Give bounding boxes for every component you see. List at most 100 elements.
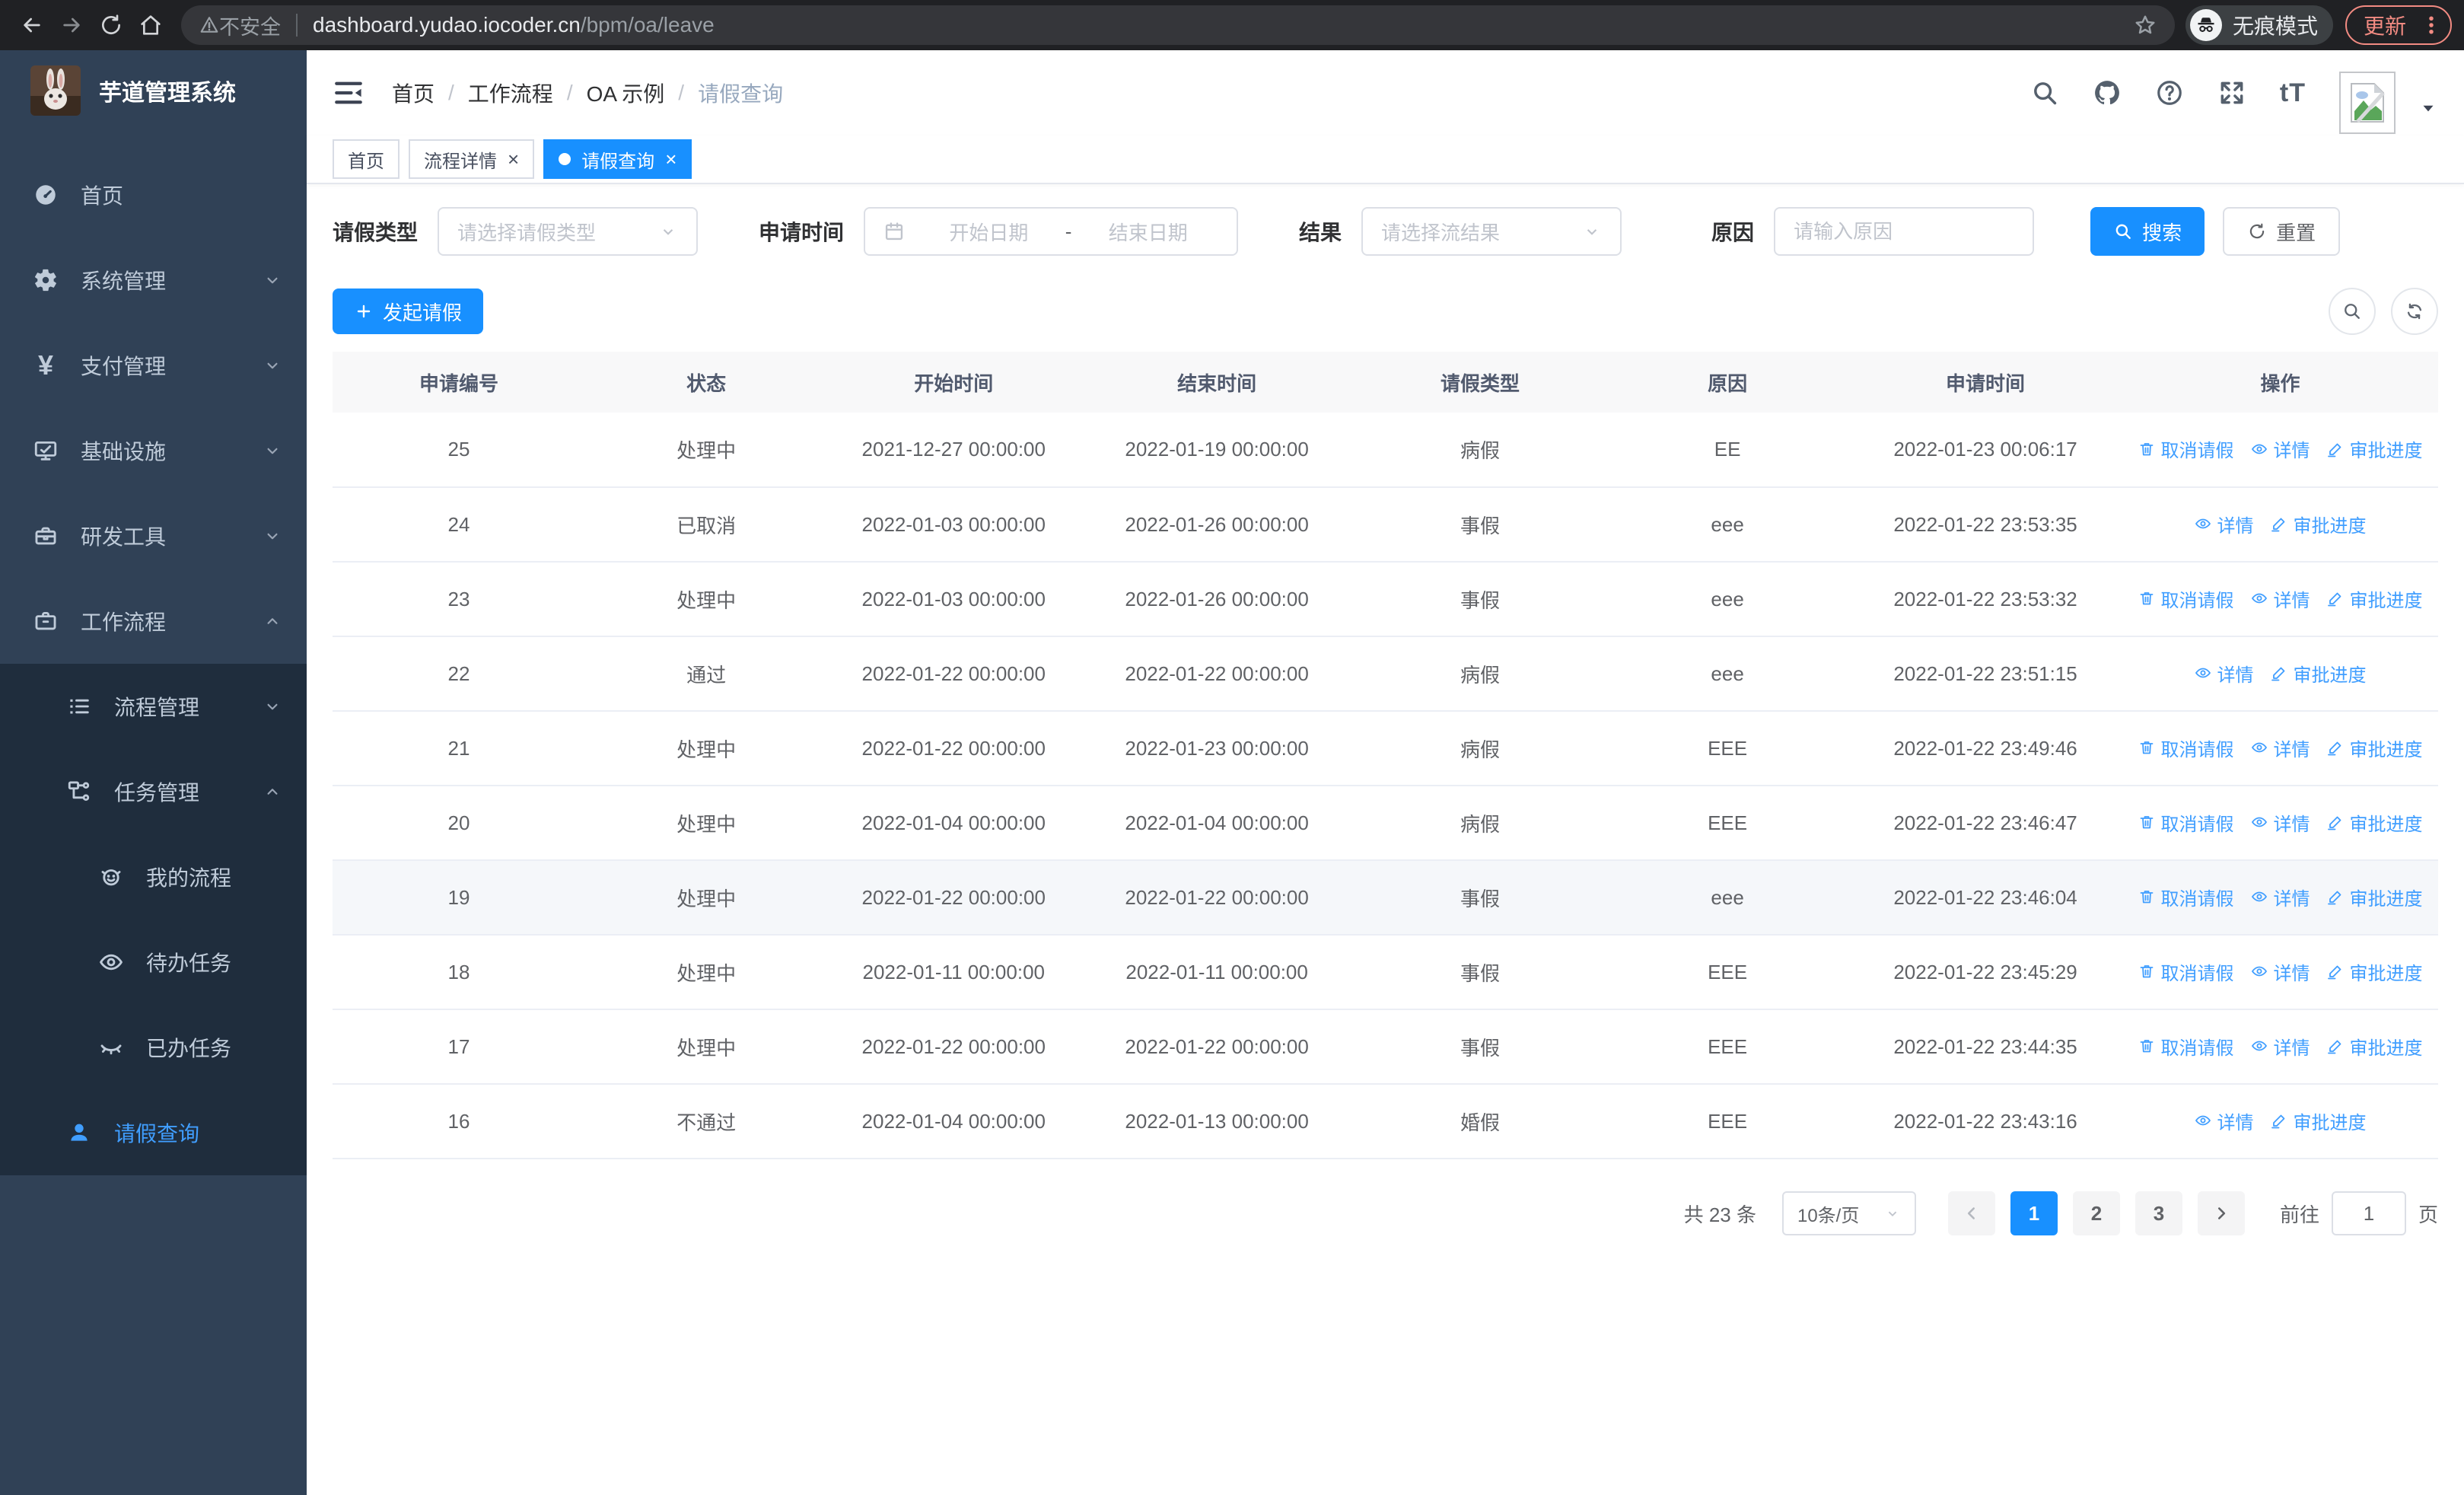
date-start-placeholder[interactable]: 开始日期	[918, 218, 1059, 246]
tab-0[interactable]: 首页	[333, 139, 400, 179]
page-button-1[interactable]: 1	[2010, 1191, 2058, 1235]
column-header-4: 请假类型	[1353, 352, 1606, 413]
sidebar-item-9[interactable]: 待办任务	[0, 920, 307, 1005]
update-button[interactable]: 更新	[2345, 5, 2452, 45]
reload-icon[interactable]	[91, 5, 131, 45]
result-select[interactable]: 请选择流结果	[1361, 207, 1622, 256]
goto-page-input[interactable]	[2331, 1191, 2406, 1235]
cancel-leave-link[interactable]: 取消请假	[2138, 809, 2233, 836]
leave-type-select[interactable]: 请选择请假类型	[438, 207, 699, 256]
detail-link[interactable]: 详情	[2194, 511, 2253, 537]
avatar[interactable]	[2339, 72, 2396, 134]
sidebar-item-label: 流程管理	[114, 696, 200, 719]
cancel-leave-link[interactable]: 取消请假	[2138, 585, 2233, 612]
security-label[interactable]: 不安全	[219, 11, 281, 40]
table-row: 21 处理中 2022-01-22 00:00:00 2022-01-23 00:00…	[333, 711, 2438, 786]
cancel-leave-link[interactable]: 取消请假	[2138, 1033, 2233, 1060]
sidebar-item-4[interactable]: 研发工具	[0, 493, 307, 579]
sidebar-item-8[interactable]: 我的流程	[0, 834, 307, 920]
reason-input[interactable]	[1775, 209, 2033, 254]
cell-apply_time: 2022-01-23 00:06:17	[1848, 413, 2122, 488]
next-page-button[interactable]	[2197, 1191, 2245, 1235]
approval-progress-link[interactable]: 审批进度	[2270, 660, 2366, 687]
approval-progress-link[interactable]: 审批进度	[2326, 809, 2422, 836]
close-icon[interactable]: ×	[508, 149, 519, 169]
search-icon[interactable]	[2030, 78, 2059, 107]
tab-1[interactable]: 流程详情 ×	[409, 139, 535, 179]
reset-button[interactable]: 重置	[2223, 207, 2341, 256]
cell-reason: eee	[1606, 487, 1849, 563]
tab-2[interactable]: 请假查询 ×	[543, 139, 692, 179]
help-icon[interactable]	[2155, 78, 2184, 107]
sidebar: 芋道管理系统 首页 系统管理 ¥ 支付管理 基础设施 研发工具 工作流程流程管理任务管理 我的…	[0, 50, 307, 1495]
date-end-placeholder[interactable]: 结束日期	[1078, 218, 1218, 246]
approval-progress-link[interactable]: 审批进度	[2270, 1108, 2366, 1134]
approval-progress-link[interactable]: 审批进度	[2326, 585, 2422, 612]
detail-link[interactable]: 详情	[2250, 958, 2310, 985]
approval-progress-link[interactable]: 审批进度	[2326, 1033, 2422, 1060]
detail-link[interactable]: 详情	[2250, 1033, 2310, 1060]
sidebar-item-2[interactable]: ¥ 支付管理	[0, 323, 307, 408]
sidebar-item-11[interactable]: 请假查询	[0, 1090, 307, 1175]
caret-down-icon[interactable]	[2418, 98, 2438, 118]
detail-link[interactable]: 详情	[2250, 735, 2310, 761]
browser-menu-icon[interactable]	[2420, 14, 2443, 37]
cancel-leave-link[interactable]: 取消请假	[2138, 735, 2233, 761]
update-label: 更新	[2363, 14, 2406, 38]
not-secure-warning-icon[interactable]	[199, 15, 219, 35]
detail-link[interactable]: 详情	[2194, 660, 2253, 687]
apply-time-label: 申请时间	[759, 221, 845, 244]
home-icon[interactable]	[131, 5, 170, 45]
fullscreen-icon[interactable]	[2217, 78, 2246, 107]
github-icon[interactable]	[2093, 78, 2122, 107]
sidebar-item-1[interactable]: 系统管理	[0, 237, 307, 323]
sidebar-item-3[interactable]: 基础设施	[0, 408, 307, 493]
table-search-toggle-icon[interactable]	[2329, 288, 2376, 335]
cancel-leave-link[interactable]: 取消请假	[2138, 884, 2233, 910]
approval-progress-link[interactable]: 审批进度	[2326, 884, 2422, 910]
page-button-3[interactable]: 3	[2135, 1191, 2182, 1235]
font-size-icon[interactable]: tT	[2280, 78, 2306, 108]
cell-end: 2022-01-23 00:00:00	[1080, 711, 1354, 786]
column-header-3: 结束时间	[1080, 352, 1354, 413]
app-window: 芋道管理系统 首页 系统管理 ¥ 支付管理 基础设施 研发工具 工作流程 流程管理 任务管理 我的…	[0, 50, 2464, 1495]
sidebar-item-10[interactable]: 已办任务	[0, 1005, 307, 1090]
page-size-select[interactable]: 10条/页	[1781, 1191, 1916, 1235]
table-row: 25 处理中 2021-12-27 00:00:00 2022-01-19 00:00…	[333, 413, 2438, 488]
url-text[interactable]: dashboard.yudao.iocoder.cn/bpm/oa/leave	[313, 13, 715, 37]
sidebar-item-5[interactable]: 工作流程	[0, 579, 307, 664]
detail-link[interactable]: 详情	[2250, 435, 2310, 462]
forward-icon[interactable]	[52, 5, 91, 45]
table-refresh-icon[interactable]	[2391, 288, 2438, 335]
approval-progress-link[interactable]: 审批进度	[2326, 435, 2422, 462]
approval-progress-link[interactable]: 审批进度	[2326, 735, 2422, 761]
cell-status: 处理中	[585, 860, 828, 936]
breadcrumb-item-2[interactable]: OA 示例	[587, 78, 665, 108]
page-button-2[interactable]: 2	[2072, 1191, 2120, 1235]
prev-page-button[interactable]	[1947, 1191, 1995, 1235]
search-button[interactable]: 搜索	[2090, 207, 2205, 256]
cancel-leave-link[interactable]: 取消请假	[2138, 958, 2233, 985]
logo[interactable]: 芋道管理系统	[0, 50, 307, 131]
close-icon[interactable]: ×	[665, 149, 676, 169]
apply-time-range-picker[interactable]: 开始日期 - 结束日期	[864, 207, 1239, 256]
detail-link[interactable]: 详情	[2194, 1108, 2253, 1134]
detail-link[interactable]: 详情	[2250, 809, 2310, 836]
sidebar-item-6[interactable]: 流程管理	[0, 664, 307, 749]
approval-progress-link[interactable]: 审批进度	[2326, 958, 2422, 985]
breadcrumb-item-1[interactable]: 工作流程	[468, 78, 553, 108]
address-bar[interactable]: 不安全 dashboard.yudao.iocoder.cn/bpm/oa/le…	[181, 5, 2175, 45]
create-leave-button[interactable]: 发起请假	[333, 288, 484, 334]
collapse-menu-icon[interactable]	[333, 77, 365, 109]
back-icon[interactable]	[12, 5, 52, 45]
breadcrumb-item-0[interactable]: 首页	[392, 78, 435, 108]
cell-type: 病假	[1353, 636, 1606, 712]
sidebar-item-7[interactable]: 任务管理	[0, 749, 307, 834]
detail-link[interactable]: 详情	[2250, 884, 2310, 910]
detail-link[interactable]: 详情	[2250, 585, 2310, 612]
cancel-leave-link[interactable]: 取消请假	[2138, 435, 2233, 462]
cell-status: 处理中	[585, 935, 828, 1010]
approval-progress-link[interactable]: 审批进度	[2270, 511, 2366, 537]
bookmark-star-icon[interactable]	[2134, 14, 2157, 37]
sidebar-item-0[interactable]: 首页	[0, 152, 307, 237]
